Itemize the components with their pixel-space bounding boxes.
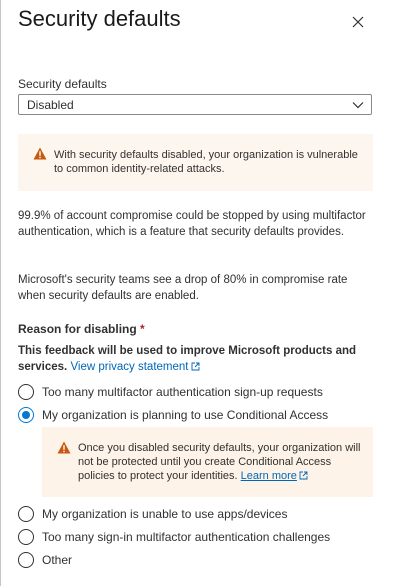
- conditional-access-warning: Once you disabled security defaults, you…: [42, 427, 373, 497]
- feedback-notice: This feedback will be used to improve Mi…: [18, 343, 378, 375]
- required-marker: *: [140, 322, 145, 336]
- radio-option-signup-requests[interactable]: Too many multifactor authentication sign…: [18, 383, 323, 401]
- warning-text: With security defaults disabled, your or…: [54, 149, 358, 175]
- radio-option-apps-devices[interactable]: My organization is unable to use apps/de…: [18, 505, 287, 523]
- radio-option-conditional-access[interactable]: My organization is planning to use Condi…: [18, 406, 328, 424]
- radio-button[interactable]: [18, 529, 34, 545]
- warning-icon: [57, 441, 71, 454]
- close-button[interactable]: [346, 10, 370, 34]
- learn-more-text: Learn more: [240, 470, 297, 482]
- chevron-down-icon: [352, 102, 364, 109]
- conditional-warning-text: Once you disabled security defaults, you…: [78, 442, 361, 482]
- radio-option-signin-challenges[interactable]: Too many sign-in multifactor authenticat…: [18, 528, 330, 546]
- warning-icon: [33, 147, 47, 160]
- radio-label: Too many sign-in multifactor authenticat…: [42, 530, 331, 544]
- radio-button[interactable]: [18, 552, 34, 568]
- security-defaults-warning: With security defaults disabled, your or…: [18, 134, 373, 191]
- radio-option-other[interactable]: Other: [18, 551, 72, 569]
- radio-label: My organization is unable to use apps/de…: [42, 507, 288, 521]
- panel-left-border: [0, 0, 1, 586]
- radio-label: Other: [42, 553, 73, 567]
- dropdown-selected-value: Disabled: [27, 97, 74, 112]
- radio-button[interactable]: [18, 506, 34, 522]
- panel-title: Security defaults: [18, 6, 181, 31]
- privacy-link-text: View privacy statement: [70, 361, 189, 373]
- reason-label-text: Reason for disabling: [18, 322, 137, 336]
- radio-label: My organization is planning to use Condi…: [42, 408, 329, 422]
- radio-button[interactable]: [18, 384, 34, 400]
- learn-more-link[interactable]: Learn more: [241, 470, 308, 482]
- external-link-icon: [299, 471, 308, 480]
- security-defaults-dropdown[interactable]: Disabled: [18, 94, 372, 115]
- security-defaults-label: Security defaults: [18, 77, 107, 91]
- info-paragraph-mfa: 99.9% of account compromise could be sto…: [18, 210, 366, 238]
- external-link-icon: [191, 362, 199, 371]
- radio-button-selected[interactable]: [18, 407, 34, 423]
- privacy-statement-link[interactable]: View privacy statement: [70, 361, 199, 373]
- close-icon: [352, 16, 364, 28]
- reason-label: Reason for disabling *: [18, 322, 145, 336]
- warning-text: Once you disabled security defaults, you…: [78, 441, 363, 483]
- radio-label: Too many multifactor authentication sign…: [42, 385, 323, 399]
- info-paragraph-compromise: Microsoft's security teams see a drop of…: [18, 274, 348, 302]
